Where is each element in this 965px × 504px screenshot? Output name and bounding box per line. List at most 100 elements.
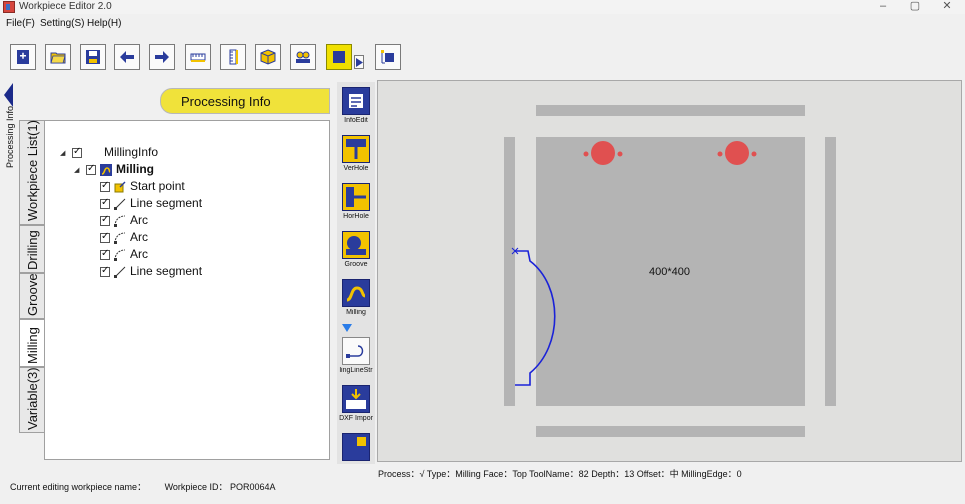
expand-toolbar-button[interactable] [354, 55, 364, 69]
editing-workpiece-label: Current editing workpiece name： [10, 482, 147, 492]
tree-node[interactable]: Start point [100, 179, 185, 196]
horizontal-ruler-button[interactable] [185, 44, 211, 70]
machine-icon [296, 51, 310, 63]
tree-node-label: MillingInfo [104, 145, 159, 159]
vertical-hole-icon [346, 139, 366, 159]
horizontal-hole-icon [346, 187, 366, 207]
workpiece-id-value: POR0064A [229, 482, 276, 492]
tree-node-checkbox[interactable] [100, 265, 110, 277]
vertical-ruler-icon [229, 49, 238, 65]
workpiece-id-label: Workpiece ID： [164, 482, 228, 492]
tree-node-checkbox[interactable] [100, 214, 110, 226]
milling-dropdown-icon[interactable] [342, 324, 352, 332]
menu-bar: File(F) Setting(S) Help(H) [0, 16, 965, 32]
square-select-icon [333, 51, 345, 63]
tree-node[interactable]: ◢ MillingInfo [60, 145, 158, 162]
groove-saw-icon [346, 236, 366, 255]
verhole-label: VerHole [343, 165, 369, 172]
tree-expander-icon[interactable]: ◢ [74, 166, 86, 174]
tree-node[interactable]: Arc [100, 247, 148, 264]
tree-node[interactable]: ◢ Milling [74, 162, 154, 179]
tab-workpiece-list-label: Workpiece List(1) [25, 120, 40, 221]
app-icon [3, 1, 15, 13]
folder-open-icon [50, 52, 66, 64]
arc-node-icon [114, 213, 130, 227]
play-right-icon [356, 58, 363, 67]
tree-node-checkbox[interactable] [100, 197, 110, 209]
tree-node-label: Line segment [130, 196, 203, 210]
menu-file[interactable]: File(F) [6, 18, 35, 29]
milling-icon [346, 286, 366, 302]
arc-node-icon [114, 230, 130, 244]
toolbar [0, 36, 965, 78]
horhole-label: HorHole [343, 213, 369, 220]
dxf-import-label: DXF Impor [339, 415, 373, 422]
tab-variable-label: Variable(3) [25, 367, 40, 430]
new-file-button[interactable] [10, 44, 36, 70]
collapse-left-icon[interactable] [4, 83, 13, 107]
tab-variable[interactable]: Variable(3) [19, 367, 45, 433]
arc-node-icon [114, 247, 130, 261]
left-edge-strip [504, 137, 515, 406]
tab-drilling[interactable]: Drilling [19, 225, 45, 273]
tree-node-label: Line segment [130, 264, 203, 278]
redo-button[interactable] [149, 44, 175, 70]
window-title: Workpiece Editor 2.0 [19, 1, 112, 12]
top-edge-strip [536, 105, 805, 116]
tab-milling[interactable]: Milling [19, 319, 45, 367]
menu-help[interactable]: Help(H) [87, 18, 121, 29]
tree-node-label: Arc [130, 213, 148, 227]
line-node-icon [114, 264, 130, 278]
tab-groove[interactable]: Groove [19, 273, 45, 319]
tab-groove-label: Groove [25, 273, 40, 316]
panel-header-label: Processing Info [181, 94, 271, 109]
right-edge-strip [825, 137, 836, 406]
maximize-button[interactable]: ▢ [900, 0, 930, 14]
collapsed-sidebar: Processing Info [0, 80, 18, 460]
open-folder-button[interactable] [45, 44, 71, 70]
tree-node-label: Arc [130, 230, 148, 244]
cube-icon [260, 49, 276, 65]
close-button[interactable]: ✕ [932, 0, 962, 14]
machine-button[interactable] [290, 44, 316, 70]
tree-node-checkbox[interactable] [72, 146, 82, 158]
start-node-icon [114, 179, 130, 193]
save-icon [86, 50, 100, 64]
undo-button[interactable] [114, 44, 140, 70]
save-button[interactable] [80, 44, 106, 70]
milling-label: Milling [346, 309, 366, 316]
tab-drilling-label: Drilling [25, 230, 40, 270]
board-dimension-label: 400*400 [649, 266, 690, 278]
3d-view-button[interactable] [255, 44, 281, 70]
footer-status: Current editing workpiece name： Workpiec… [10, 480, 276, 493]
highlight-tool-button[interactable] [326, 44, 352, 70]
tab-milling-label: Milling [25, 327, 40, 364]
tree-node[interactable]: Arc [100, 213, 148, 230]
tree-node[interactable]: Arc [100, 230, 148, 247]
tree-node[interactable]: Line segment [100, 264, 202, 281]
tree-expander-icon[interactable]: ◢ [60, 149, 72, 157]
vertical-ruler-button[interactable] [220, 44, 246, 70]
tab-workpiece-list[interactable]: Workpiece List(1) [19, 120, 45, 225]
tree-node-checkbox[interactable] [100, 231, 110, 243]
minimize-button[interactable]: – [868, 0, 898, 14]
horizontal-ruler-icon [190, 53, 206, 62]
processing-info-header: Processing Info [160, 88, 330, 114]
tree-node[interactable]: Line segment [100, 196, 202, 213]
groove-label: Groove [344, 261, 368, 268]
infoedit-label: InfoEdit [344, 117, 368, 124]
workpiece-canvas[interactable]: 400*400 [377, 80, 962, 462]
tree-node-checkbox[interactable] [86, 163, 96, 175]
workpiece-editor-window: Workpiece Editor 2.0 – ▢ ✕ File(F) Setti… [0, 0, 965, 504]
milling-node-icon [100, 162, 116, 176]
tree-node-label: Arc [130, 247, 148, 261]
frame-tool-button[interactable] [375, 44, 401, 70]
new-file-icon [17, 50, 29, 64]
line-node-icon [114, 196, 130, 210]
menu-setting[interactable]: Setting(S) [40, 18, 84, 29]
bottom-edge-strip [536, 426, 805, 437]
title-bar: Workpiece Editor 2.0 – ▢ ✕ [0, 0, 965, 14]
tree-node-checkbox[interactable] [100, 180, 110, 192]
collapsed-sidebar-label: Processing Info [5, 105, 15, 168]
tree-node-checkbox[interactable] [100, 248, 110, 260]
